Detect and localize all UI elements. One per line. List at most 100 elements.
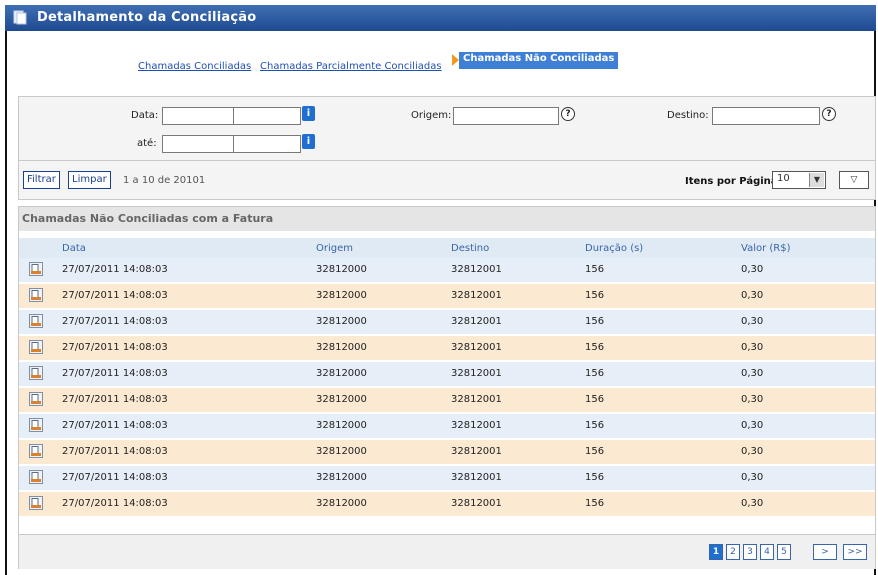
call-detail-icon[interactable] xyxy=(29,496,43,510)
cell-data: 27/07/2011 14:08:03 xyxy=(62,472,168,483)
cell-duracao: 156 xyxy=(585,342,605,353)
call-detail-icon[interactable] xyxy=(29,340,43,354)
call-detail-icon[interactable] xyxy=(29,444,43,458)
table-header: Data Origem Destino Duração (s) Valor (R… xyxy=(19,238,875,258)
table-row: 27/07/2011 14:08:03 32812000 32812001 156 0,… xyxy=(19,466,875,492)
data-to-date-input[interactable] xyxy=(162,135,234,153)
cell-data: 27/07/2011 14:08:03 xyxy=(62,316,168,327)
table-row: 27/07/2011 14:08:03 32812000 32812001 156 0,… xyxy=(19,440,875,466)
call-detail-icon[interactable] xyxy=(29,418,43,432)
cell-valor: 0,30 xyxy=(741,394,764,405)
help-icon[interactable]: ? xyxy=(822,107,836,121)
cell-origem: 32812000 xyxy=(316,498,367,509)
cell-origem: 32812000 xyxy=(316,394,367,405)
next-page-button[interactable]: > xyxy=(813,544,837,560)
data-from-time-input[interactable] xyxy=(233,107,301,125)
help-icon[interactable]: ? xyxy=(561,107,575,121)
section-title-bar: Chamadas Não Conciliadas com a Fatura xyxy=(19,207,875,231)
call-detail-icon[interactable] xyxy=(29,314,43,328)
ate-label: até: xyxy=(137,138,157,149)
column-header-origem[interactable]: Origem xyxy=(316,243,353,254)
page-4-button[interactable]: 4 xyxy=(760,544,774,560)
cell-origem: 32812000 xyxy=(316,290,367,301)
cell-data: 27/07/2011 14:08:03 xyxy=(62,264,168,275)
cell-destino: 32812001 xyxy=(451,498,502,509)
table-row: 27/07/2011 14:08:03 32812000 32812001 156 0,… xyxy=(19,310,875,336)
items-per-page-label: Itens por Página: xyxy=(685,176,782,187)
cell-destino: 32812001 xyxy=(451,368,502,379)
destino-label: Destino: xyxy=(667,110,709,121)
page-2-button[interactable]: 2 xyxy=(726,544,740,560)
cell-duracao: 156 xyxy=(585,472,605,483)
limpar-button[interactable]: Limpar xyxy=(68,171,111,189)
data-from-date-input[interactable] xyxy=(162,107,234,125)
cell-data: 27/07/2011 14:08:03 xyxy=(62,498,168,509)
column-header-destino[interactable]: Destino xyxy=(451,243,489,254)
cell-origem: 32812000 xyxy=(316,368,367,379)
data-label: Data: xyxy=(131,110,159,121)
cell-origem: 32812000 xyxy=(316,446,367,457)
calendar-icon[interactable]: i xyxy=(302,134,315,149)
cell-origem: 32812000 xyxy=(316,316,367,327)
column-header-duracao[interactable]: Duração (s) xyxy=(585,243,643,254)
expand-filters-button[interactable]: ▽ xyxy=(839,171,869,189)
page-1-button[interactable]: 1 xyxy=(709,544,723,560)
call-detail-icon[interactable] xyxy=(29,392,43,406)
cell-valor: 0,30 xyxy=(741,316,764,327)
filter-panel: Data: i até: i Origem: ? Destino: ? Filt… xyxy=(18,96,876,200)
cell-duracao: 156 xyxy=(585,368,605,379)
last-page-button[interactable]: >> xyxy=(843,544,867,560)
cell-data: 27/07/2011 14:08:03 xyxy=(62,342,168,353)
chevron-down-icon: ▼ xyxy=(809,173,824,187)
cell-duracao: 156 xyxy=(585,394,605,405)
window-title: Detalhamento da Conciliação xyxy=(37,10,257,25)
data-to-time-input[interactable] xyxy=(233,135,301,153)
section-title: Chamadas Não Conciliadas com a Fatura xyxy=(22,212,274,225)
call-detail-icon[interactable] xyxy=(29,288,43,302)
call-detail-icon[interactable] xyxy=(29,470,43,484)
cell-origem: 32812000 xyxy=(316,420,367,431)
items-per-page-select[interactable]: 10 ▼ xyxy=(772,171,826,189)
cell-destino: 32812001 xyxy=(451,472,502,483)
call-detail-icon[interactable] xyxy=(29,262,43,276)
page-3-button[interactable]: 3 xyxy=(743,544,757,560)
call-detail-icon[interactable] xyxy=(29,366,43,380)
cell-duracao: 156 xyxy=(585,420,605,431)
document-icon xyxy=(13,10,27,25)
cell-duracao: 156 xyxy=(585,264,605,275)
filtrar-button[interactable]: Filtrar xyxy=(23,171,60,189)
tab-chamadas-parcialmente-conciliadas[interactable]: Chamadas Parcialmente Conciliadas xyxy=(260,61,442,72)
cell-valor: 0,30 xyxy=(741,368,764,379)
cell-data: 27/07/2011 14:08:03 xyxy=(62,368,168,379)
column-header-valor[interactable]: Valor (R$) xyxy=(741,243,791,254)
cell-valor: 0,30 xyxy=(741,264,764,275)
cell-origem: 32812000 xyxy=(316,342,367,353)
destino-input[interactable] xyxy=(712,107,820,125)
result-count: 1 a 10 de 20101 xyxy=(123,175,206,186)
cell-destino: 32812001 xyxy=(451,394,502,405)
title-bar: Detalhamento da Conciliação xyxy=(5,5,876,31)
table-row: 27/07/2011 14:08:03 32812000 32812001 156 0,… xyxy=(19,388,875,414)
origem-input[interactable] xyxy=(453,107,559,125)
cell-origem: 32812000 xyxy=(316,264,367,275)
table-row: 27/07/2011 14:08:03 32812000 32812001 156 0,… xyxy=(19,258,875,284)
cell-valor: 0,30 xyxy=(741,420,764,431)
cell-valor: 0,30 xyxy=(741,446,764,457)
cell-destino: 32812001 xyxy=(451,420,502,431)
cell-destino: 32812001 xyxy=(451,264,502,275)
cell-duracao: 156 xyxy=(585,498,605,509)
column-header-data[interactable]: Data xyxy=(62,243,86,254)
filter-divider xyxy=(19,160,875,161)
calendar-icon[interactable]: i xyxy=(302,106,315,121)
tab-chamadas-conciliadas[interactable]: Chamadas Conciliadas xyxy=(138,61,251,72)
tab-chamadas-nao-conciliadas[interactable]: Chamadas Não Conciliadas xyxy=(459,52,619,69)
cell-data: 27/07/2011 14:08:03 xyxy=(62,446,168,457)
cell-data: 27/07/2011 14:08:03 xyxy=(62,290,168,301)
cell-valor: 0,30 xyxy=(741,290,764,301)
cell-destino: 32812001 xyxy=(451,290,502,301)
cell-valor: 0,30 xyxy=(741,472,764,483)
page-5-button[interactable]: 5 xyxy=(777,544,791,560)
cell-data: 27/07/2011 14:08:03 xyxy=(62,394,168,405)
cell-data: 27/07/2011 14:08:03 xyxy=(62,420,168,431)
table-row: 27/07/2011 14:08:03 32812000 32812001 156 0,… xyxy=(19,336,875,362)
